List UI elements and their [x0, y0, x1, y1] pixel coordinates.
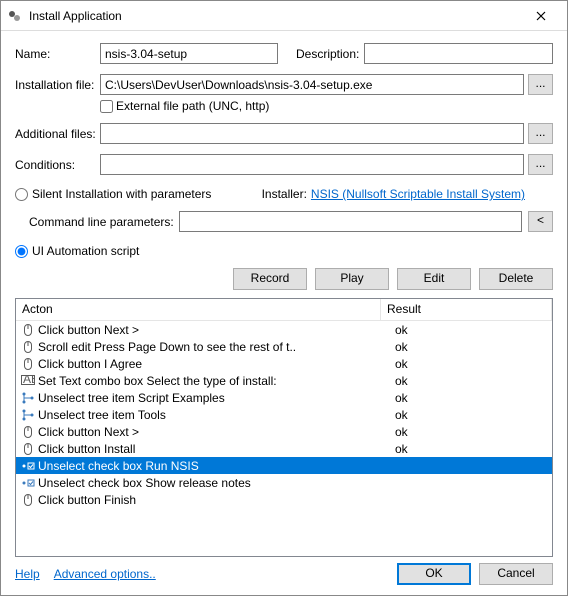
table-row[interactable]: Click button Next >ok: [16, 321, 552, 338]
titlebar: Install Application: [1, 1, 567, 31]
table-row[interactable]: AB|Set Text combo box Select the type of…: [16, 372, 552, 389]
action-text: Unselect check box Show release notes: [38, 476, 383, 490]
mouse-icon: [20, 442, 36, 456]
installation-file-label: Installation file:: [15, 78, 100, 92]
play-button[interactable]: Play: [315, 268, 389, 290]
ok-button[interactable]: OK: [397, 563, 471, 585]
action-text: Unselect tree item Script Examples: [38, 391, 383, 405]
table-row[interactable]: Click button Finish: [16, 491, 552, 508]
additional-files-label: Additional files:: [15, 127, 100, 141]
table-row[interactable]: Unselect check box Show release notes: [16, 474, 552, 491]
grid-header: Acton Result: [16, 299, 552, 321]
tree-icon: [20, 391, 36, 405]
additional-files-input[interactable]: [100, 123, 524, 144]
table-row[interactable]: Scroll edit Press Page Down to see the r…: [16, 338, 552, 355]
silent-label: Silent Installation with parameters: [32, 187, 211, 201]
installation-file-input[interactable]: [100, 74, 524, 95]
table-row[interactable]: Unselect tree item Toolsok: [16, 406, 552, 423]
table-row[interactable]: Click button Next >ok: [16, 423, 552, 440]
content-area: Name: Description: Installation file: ..…: [1, 31, 567, 595]
close-button[interactable]: [521, 3, 561, 29]
conditions-input[interactable]: [100, 154, 524, 175]
col-result[interactable]: Result: [381, 299, 552, 320]
name-input[interactable]: [100, 43, 278, 64]
text-icon: AB|: [20, 374, 36, 388]
check-icon: [20, 476, 36, 490]
conditions-label: Conditions:: [15, 158, 100, 172]
name-label: Name:: [15, 47, 100, 61]
result-text: ok: [383, 340, 552, 354]
external-path-checkbox[interactable]: [100, 100, 113, 113]
description-input[interactable]: [364, 43, 553, 64]
record-button[interactable]: Record: [233, 268, 307, 290]
installer-label: Installer:: [262, 187, 307, 201]
action-text: Scroll edit Press Page Down to see the r…: [38, 340, 383, 354]
cmd-params-label: Command line parameters:: [29, 215, 179, 229]
cmd-params-menu-button[interactable]: <: [528, 211, 553, 232]
action-text: Click button Install: [38, 442, 383, 456]
action-text: Click button Next >: [38, 425, 383, 439]
cmd-params-input[interactable]: [179, 211, 522, 232]
action-text: Click button I Agree: [38, 357, 383, 371]
mouse-icon: [20, 493, 36, 507]
help-link[interactable]: Help: [15, 567, 40, 581]
window-title: Install Application: [29, 9, 521, 23]
action-text: Unselect tree item Tools: [38, 408, 383, 422]
check-icon: [20, 459, 36, 473]
delete-button[interactable]: Delete: [479, 268, 553, 290]
result-text: ok: [383, 357, 552, 371]
result-text: ok: [383, 408, 552, 422]
result-text: ok: [383, 442, 552, 456]
actions-grid[interactable]: Acton Result Click button Next >okScroll…: [15, 298, 553, 557]
table-row[interactable]: Unselect check box Run NSIS: [16, 457, 552, 474]
svg-text:AB|: AB|: [23, 375, 35, 386]
advanced-options-link[interactable]: Advanced options..: [54, 567, 156, 581]
description-label: Description:: [296, 47, 364, 61]
result-text: ok: [383, 391, 552, 405]
mouse-icon: [20, 357, 36, 371]
dialog-window: Install Application Name: Description: I…: [0, 0, 568, 596]
installer-link[interactable]: NSIS (Nullsoft Scriptable Install System…: [311, 187, 525, 201]
tree-icon: [20, 408, 36, 422]
silent-radio[interactable]: [15, 188, 28, 201]
installation-file-browse-button[interactable]: ...: [528, 74, 553, 95]
col-action[interactable]: Acton: [16, 299, 381, 320]
result-text: ok: [383, 323, 552, 337]
mouse-icon: [20, 425, 36, 439]
grid-body: Click button Next >okScroll edit Press P…: [16, 321, 552, 508]
mouse-icon: [20, 340, 36, 354]
action-text: Unselect check box Run NSIS: [38, 459, 383, 473]
result-text: ok: [383, 374, 552, 388]
app-icon: [7, 8, 23, 24]
mouse-icon: [20, 323, 36, 337]
result-text: ok: [383, 425, 552, 439]
action-text: Set Text combo box Select the type of in…: [38, 374, 383, 388]
ui-automation-radio[interactable]: [15, 245, 28, 258]
table-row[interactable]: Click button I Agreeok: [16, 355, 552, 372]
table-row[interactable]: Unselect tree item Script Examplesok: [16, 389, 552, 406]
action-text: Click button Finish: [38, 493, 383, 507]
conditions-browse-button[interactable]: ...: [528, 154, 553, 175]
table-row[interactable]: Click button Installok: [16, 440, 552, 457]
external-path-label: External file path (UNC, http): [116, 99, 269, 113]
edit-button[interactable]: Edit: [397, 268, 471, 290]
ui-automation-label: UI Automation script: [32, 244, 139, 258]
cancel-button[interactable]: Cancel: [479, 563, 553, 585]
additional-files-browse-button[interactable]: ...: [528, 123, 553, 144]
action-text: Click button Next >: [38, 323, 383, 337]
